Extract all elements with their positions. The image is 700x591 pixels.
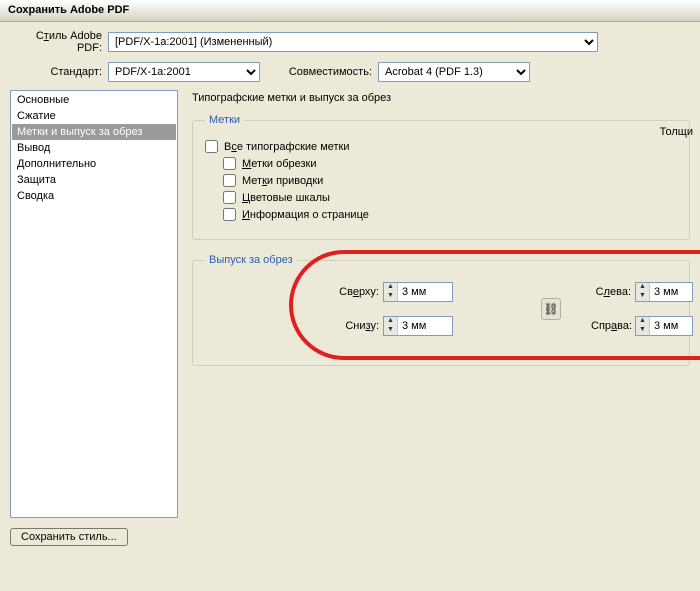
trim-marks-label: Метки обрезки: [242, 158, 317, 170]
bleed-top-label: Сверху:: [337, 286, 383, 298]
spin-up-icon[interactable]: ▲: [636, 283, 649, 292]
window-title: Сохранить Adobe PDF: [8, 4, 129, 16]
spin-down-icon[interactable]: ▼: [636, 326, 649, 335]
bleed-legend: Выпуск за обрез: [205, 254, 297, 266]
sidebar-item-output[interactable]: Вывод: [12, 140, 176, 156]
trim-marks-checkbox[interactable]: [223, 157, 236, 170]
spin-up-icon[interactable]: ▲: [636, 317, 649, 326]
bleed-right-spinner[interactable]: ▲▼: [635, 316, 693, 336]
registration-marks-label: Метки приводки: [242, 175, 323, 187]
color-bars-label: Цветовые шкалы: [242, 192, 330, 204]
compat-select[interactable]: Acrobat 4 (PDF 1.3): [378, 62, 530, 82]
chain-icon: ⛓: [543, 302, 558, 316]
category-sidebar: Основные Сжатие Метки и выпуск за обрез …: [10, 90, 178, 518]
standard-select[interactable]: PDF/X-1a:2001: [108, 62, 260, 82]
page-info-label: Информация о странице: [242, 209, 369, 221]
style-label: Стиль Adobe PDF:: [10, 30, 108, 54]
sidebar-item-marks-bleed[interactable]: Метки и выпуск за обрез: [12, 124, 176, 140]
bleed-left-spinner[interactable]: ▲▼: [635, 282, 693, 302]
link-values-button[interactable]: ⛓: [541, 298, 561, 320]
window-titlebar: Сохранить Adobe PDF: [0, 0, 700, 22]
style-select[interactable]: [PDF/X-1a:2001] (Измененный): [108, 32, 598, 52]
bleed-left-input[interactable]: [650, 283, 692, 301]
compat-label: Совместимость:: [274, 66, 378, 78]
page-info-checkbox[interactable]: [223, 208, 236, 221]
marks-legend: Метки: [205, 114, 244, 126]
spin-up-icon[interactable]: ▲: [384, 317, 397, 326]
sidebar-item-general[interactable]: Основные: [12, 92, 176, 108]
all-marks-checkbox[interactable]: [205, 140, 218, 153]
bleed-right-input[interactable]: [650, 317, 692, 335]
sidebar-item-advanced[interactable]: Дополнительно: [12, 156, 176, 172]
bleed-bottom-label: Снизу:: [337, 320, 383, 332]
save-style-button[interactable]: Сохранить стиль...: [10, 528, 128, 546]
spin-down-icon[interactable]: ▼: [636, 292, 649, 301]
spin-down-icon[interactable]: ▼: [384, 292, 397, 301]
spin-down-icon[interactable]: ▼: [384, 326, 397, 335]
standard-label: Стандарт:: [10, 66, 108, 78]
spin-up-icon[interactable]: ▲: [384, 283, 397, 292]
sidebar-item-summary[interactable]: Сводка: [12, 188, 176, 204]
bleed-top-spinner[interactable]: ▲▼: [383, 282, 453, 302]
color-bars-checkbox[interactable]: [223, 191, 236, 204]
panel-title: Типографские метки и выпуск за обрез: [192, 92, 690, 104]
all-marks-label: Все типографские метки: [224, 141, 350, 153]
marks-fieldset: Метки Все типографские метки Метки обрез…: [192, 114, 690, 240]
sidebar-item-security[interactable]: Защита: [12, 172, 176, 188]
bleed-left-label: Слева:: [591, 286, 635, 298]
registration-marks-checkbox[interactable]: [223, 174, 236, 187]
thickness-label-truncated: Толщи: [660, 126, 693, 138]
bleed-bottom-spinner[interactable]: ▲▼: [383, 316, 453, 336]
bleed-fieldset: Выпуск за обрез Сверху: ▲▼ Снизу: ▲▼: [192, 254, 690, 366]
bleed-top-input[interactable]: [398, 283, 452, 301]
bleed-right-label: Справа:: [591, 320, 635, 332]
bleed-bottom-input[interactable]: [398, 317, 452, 335]
sidebar-item-compression[interactable]: Сжатие: [12, 108, 176, 124]
